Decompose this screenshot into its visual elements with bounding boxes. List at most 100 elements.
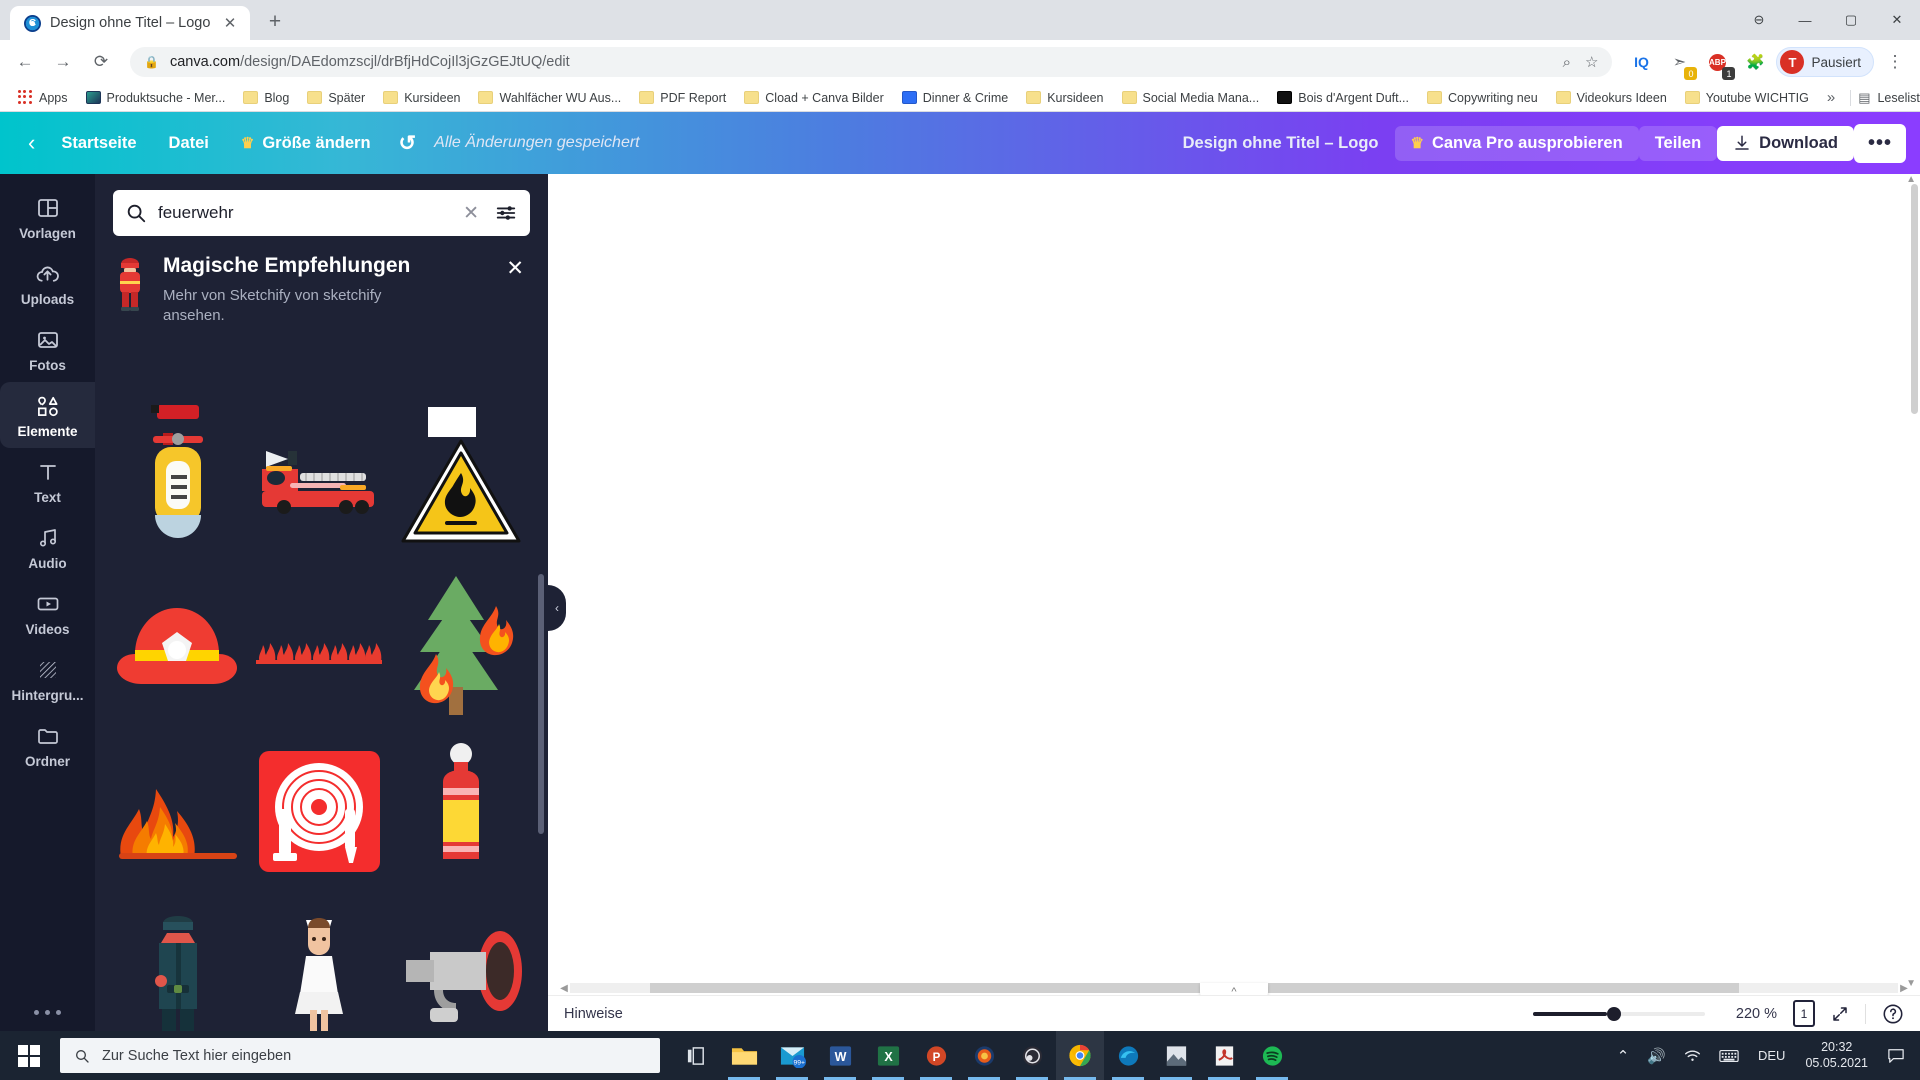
back-icon[interactable]: ← bbox=[8, 45, 42, 79]
hscroll-track[interactable]: ^ bbox=[570, 983, 1898, 1001]
reload-icon[interactable]: ⟳ bbox=[84, 45, 118, 79]
reading-list-label[interactable]: Leseliste bbox=[1877, 91, 1920, 105]
sidebar-item-videos[interactable]: Videos bbox=[0, 580, 95, 646]
scroll-right-arrow[interactable]: ▶ bbox=[1898, 983, 1910, 994]
chrome-icon[interactable] bbox=[1056, 1031, 1104, 1080]
bookmark-item[interactable]: Youtube WICHTIG bbox=[1677, 88, 1817, 108]
search-input[interactable] bbox=[158, 203, 449, 223]
result-burning-tree[interactable] bbox=[392, 563, 530, 726]
file-explorer-icon[interactable] bbox=[720, 1031, 768, 1080]
spotify-icon[interactable] bbox=[1248, 1031, 1296, 1080]
result-megaphone[interactable] bbox=[392, 897, 530, 1031]
star-icon[interactable]: ☆ bbox=[1585, 53, 1598, 71]
result-officer-figure[interactable] bbox=[109, 897, 247, 1031]
undo-button[interactable]: ↺ bbox=[387, 125, 429, 162]
browser-menu-icon[interactable]: ⋮ bbox=[1878, 45, 1912, 79]
word-icon[interactable]: W bbox=[816, 1031, 864, 1080]
panel-scrollbar[interactable] bbox=[538, 574, 544, 834]
bookmark-item[interactable]: Kursideen bbox=[1018, 88, 1111, 108]
result-firefighter-helmet[interactable] bbox=[109, 563, 247, 726]
bookmark-item[interactable]: Wahlfächer WU Aus... bbox=[470, 88, 629, 108]
iq-extension-icon[interactable]: IQ bbox=[1624, 45, 1658, 79]
acrobat-icon[interactable] bbox=[1200, 1031, 1248, 1080]
file-menu-button[interactable]: Datei bbox=[153, 126, 225, 161]
result-fire-hose-reel-sign[interactable] bbox=[251, 730, 389, 893]
hscroll-thumb[interactable] bbox=[649, 983, 1739, 993]
close-tab-icon[interactable]: ✕ bbox=[220, 13, 240, 33]
reading-list-icon[interactable]: ▤ bbox=[1858, 90, 1870, 106]
new-tab-button[interactable]: + bbox=[260, 7, 290, 37]
powerpoint-icon[interactable]: P bbox=[912, 1031, 960, 1080]
document-title[interactable]: Design ohne Titel – Logo bbox=[1167, 126, 1395, 161]
bookmarks-overflow-icon[interactable]: » bbox=[1819, 89, 1843, 106]
sidebar-item-hintergrund[interactable]: Hintergru... bbox=[0, 646, 95, 712]
bookmark-item[interactable]: Cload + Canva Bilder bbox=[736, 88, 891, 108]
zoom-value[interactable]: 220 % bbox=[1721, 1006, 1777, 1022]
bookmark-apps[interactable]: Apps bbox=[10, 87, 76, 108]
sidebar-more-icon[interactable] bbox=[34, 1010, 61, 1015]
canvas-vertical-scrollbar[interactable] bbox=[1911, 184, 1918, 414]
forward-icon[interactable]: → bbox=[46, 45, 80, 79]
edge-icon[interactable] bbox=[1104, 1031, 1152, 1080]
obs-studio-icon[interactable] bbox=[1008, 1031, 1056, 1080]
result-flammable-warning-sign[interactable] bbox=[392, 396, 530, 559]
home-button[interactable]: Startseite bbox=[45, 126, 152, 161]
sidebar-item-audio[interactable]: Audio bbox=[0, 514, 95, 580]
task-view-icon[interactable] bbox=[672, 1031, 720, 1080]
result-nurse-figure[interactable] bbox=[251, 897, 389, 1031]
bookmark-item[interactable]: Produktsuche - Mer... bbox=[78, 88, 234, 108]
result-flame-row[interactable] bbox=[251, 563, 389, 726]
canva-pro-button[interactable]: ♛ Canva Pro ausprobieren bbox=[1394, 125, 1639, 161]
back-button[interactable]: ‹ bbox=[18, 124, 45, 162]
sidebar-item-uploads[interactable]: Uploads bbox=[0, 250, 95, 316]
expand-icon[interactable] bbox=[1831, 1005, 1849, 1023]
bookmark-item[interactable]: PDF Report bbox=[631, 88, 734, 108]
notification-icon[interactable] bbox=[1878, 1031, 1914, 1080]
scroll-left-arrow[interactable]: ◀ bbox=[558, 983, 570, 994]
more-options-button[interactable]: ••• bbox=[1853, 123, 1906, 163]
window-minimize-button[interactable]: — bbox=[1782, 0, 1828, 40]
result-fire-extinguisher-yellow[interactable] bbox=[109, 396, 247, 559]
design-canvas[interactable]: ▲ ▼ ◀ ^ ▶ Hinweise 220 % 1 bbox=[548, 174, 1920, 1032]
zoom-in-icon[interactable]: ⌕ bbox=[1563, 54, 1571, 71]
download-button[interactable]: Download bbox=[1717, 125, 1854, 161]
result-big-flame[interactable] bbox=[109, 730, 247, 893]
bookmark-item[interactable]: Kursideen bbox=[375, 88, 468, 108]
zoom-slider-knob[interactable] bbox=[1606, 1006, 1621, 1021]
language-indicator[interactable]: DEU bbox=[1748, 1048, 1795, 1063]
firefox-icon[interactable] bbox=[960, 1031, 1008, 1080]
bookmark-item[interactable]: Copywriting neu bbox=[1419, 88, 1546, 108]
help-circle-icon[interactable] bbox=[1882, 1003, 1904, 1025]
speaker-icon[interactable]: 🔊 bbox=[1638, 1031, 1675, 1080]
resize-button[interactable]: ♛ Größe ändern bbox=[225, 126, 387, 161]
bookmark-item[interactable]: Bois d'Argent Duft... bbox=[1269, 88, 1417, 108]
mail-app-icon[interactable]: 99+ bbox=[768, 1031, 816, 1080]
bookmark-item[interactable]: Dinner & Crime bbox=[894, 88, 1016, 108]
adblock-extension-icon[interactable]: ABP 1 bbox=[1700, 45, 1736, 80]
keyboard-icon[interactable] bbox=[1710, 1031, 1748, 1080]
window-close-button[interactable]: ✕ bbox=[1874, 0, 1920, 40]
bookmark-item[interactable]: Blog bbox=[235, 88, 297, 108]
canvas-horizontal-scrollbar[interactable]: ◀ ^ ▶ bbox=[548, 981, 1920, 1001]
window-extra-button[interactable]: ⊖ bbox=[1736, 0, 1782, 40]
wifi-icon[interactable] bbox=[1675, 1031, 1710, 1080]
tray-chevron-icon[interactable]: ⌃ bbox=[1608, 1031, 1639, 1080]
bookmark-item[interactable]: Videokurs Ideen bbox=[1548, 88, 1675, 108]
window-maximize-button[interactable]: ▢ bbox=[1828, 0, 1874, 40]
notes-button[interactable]: Hinweise bbox=[564, 1006, 623, 1022]
page-stack-icon[interactable]: 1 bbox=[1793, 1000, 1818, 1032]
bookmark-item[interactable]: Social Media Mana... bbox=[1114, 88, 1268, 108]
photo-editor-icon[interactable] bbox=[1152, 1031, 1200, 1080]
clock[interactable]: 20:32 05.05.2021 bbox=[1795, 1031, 1878, 1080]
pocket-extension-icon[interactable]: ➣ 0 bbox=[1662, 45, 1698, 80]
windows-start-icon[interactable] bbox=[0, 1031, 57, 1080]
result-fire-truck[interactable] bbox=[251, 396, 389, 559]
result-gas-cylinder[interactable] bbox=[392, 730, 530, 893]
excel-icon[interactable]: X bbox=[864, 1031, 912, 1080]
share-button[interactable]: Teilen bbox=[1638, 125, 1718, 161]
profile-chip[interactable]: T Pausiert bbox=[1776, 47, 1874, 77]
taskbar-search[interactable]: Zur Suche Text hier eingeben bbox=[60, 1038, 660, 1073]
bookmark-item[interactable]: Später bbox=[299, 88, 373, 108]
sidebar-item-ordner[interactable]: Ordner bbox=[0, 712, 95, 778]
zoom-slider[interactable] bbox=[1533, 1006, 1705, 1022]
